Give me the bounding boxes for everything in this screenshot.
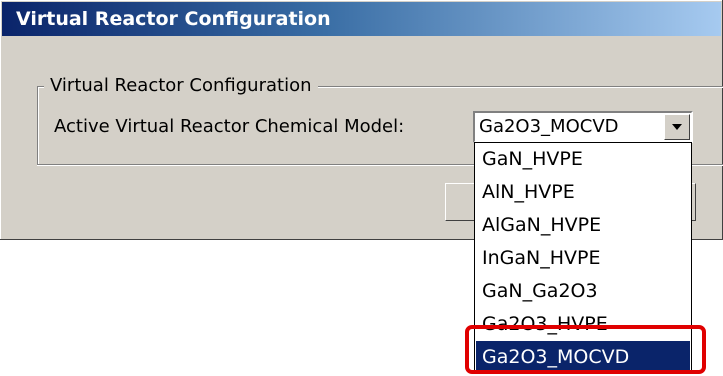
title-bar[interactable]: Virtual Reactor Configuration: [2, 2, 721, 36]
chemical-model-combobox[interactable]: Ga2O3_MOCVD: [473, 111, 693, 143]
dropdown-option-aln-hvpe[interactable]: AlN_HVPE: [476, 176, 690, 209]
window-title: Virtual Reactor Configuration: [16, 8, 331, 30]
combobox-dropdown-button[interactable]: [664, 114, 690, 140]
dropdown-option-gan-hvpe[interactable]: GaN_HVPE: [476, 143, 690, 176]
groupbox-legend: Virtual Reactor Configuration: [44, 74, 318, 98]
annotation-highlight-box: [465, 325, 706, 374]
dropdown-option-algan-hvpe[interactable]: AlGaN_HVPE: [476, 209, 690, 242]
dropdown-option-gan-ga2o3[interactable]: GaN_Ga2O3: [476, 275, 690, 308]
combobox-selected-value: Ga2O3_MOCVD: [479, 116, 619, 137]
chevron-down-icon: [672, 124, 682, 130]
chemical-model-label: Active Virtual Reactor Chemical Model:: [54, 116, 405, 137]
dropdown-option-ingan-hvpe[interactable]: InGaN_HVPE: [476, 242, 690, 275]
